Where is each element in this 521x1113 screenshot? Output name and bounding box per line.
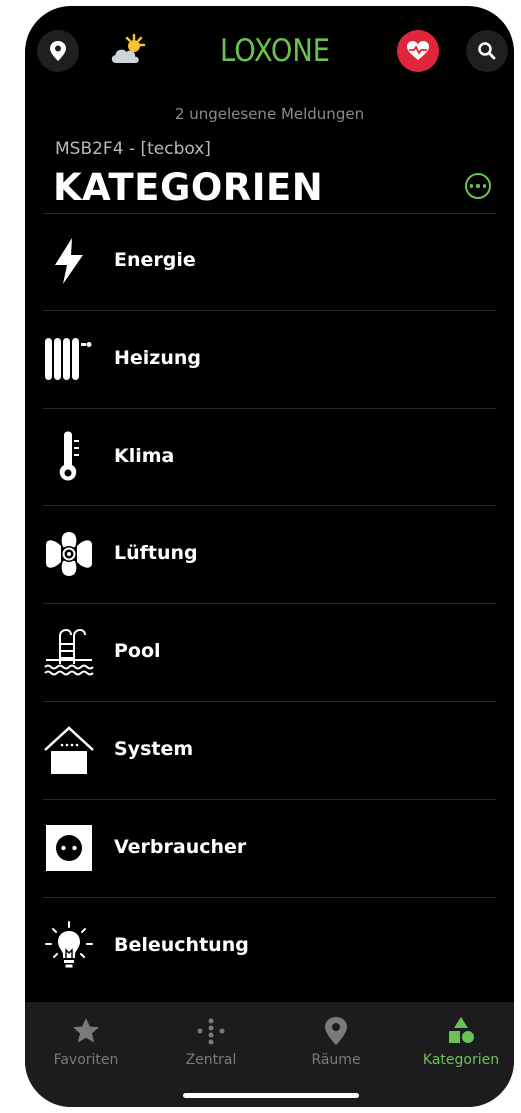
tab-label: Kategorien xyxy=(422,1052,500,1068)
category-item-system[interactable]: System xyxy=(25,702,514,800)
more-dot xyxy=(482,184,487,188)
category-label: Beleuchtung xyxy=(114,933,249,956)
category-item-pool[interactable]: Pool xyxy=(25,604,514,702)
heart-pulse-icon xyxy=(407,41,429,60)
app-screen: LOXONE 2 ungelesene Meldungen MSB2F4 - [… xyxy=(25,6,514,1107)
weather-button[interactable] xyxy=(107,30,151,72)
lightbulb-icon xyxy=(43,920,95,972)
tab-raeume[interactable]: Räume xyxy=(281,1012,391,1068)
category-label: Verbraucher xyxy=(114,835,247,858)
star-icon xyxy=(73,1018,99,1043)
category-item-beleuchtung[interactable]: Beleuchtung xyxy=(25,898,514,996)
category-label: Heizung xyxy=(114,346,202,369)
search-icon xyxy=(478,42,496,60)
shapes-icon xyxy=(449,1017,474,1043)
loxone-logo: LOXONE xyxy=(219,33,330,69)
tab-kategorien[interactable]: Kategorien xyxy=(406,1012,514,1068)
location-pin-icon xyxy=(325,1017,347,1045)
home-indicator[interactable] xyxy=(183,1093,359,1098)
category-label: System xyxy=(114,737,194,760)
tab-favoriten[interactable]: Favoriten xyxy=(31,1012,141,1068)
category-label: Lüftung xyxy=(114,542,198,565)
miniserver-name: MSB2F4 - [tecbox] xyxy=(55,139,211,159)
thermometer-icon xyxy=(43,431,95,483)
more-dot xyxy=(469,184,474,188)
partly-cloudy-icon xyxy=(111,33,146,63)
fan-icon xyxy=(43,528,95,580)
category-list: Energie Heizung Klima Lüftung Pool Syste… xyxy=(25,213,514,995)
health-button[interactable] xyxy=(397,30,439,72)
top-bar: LOXONE xyxy=(25,6,514,98)
tab-label: Favoriten xyxy=(53,1052,119,1068)
page-title: KATEGORIEN xyxy=(53,166,324,209)
radiator-icon xyxy=(43,333,95,385)
search-button[interactable] xyxy=(466,30,508,72)
tab-label: Räume xyxy=(311,1052,361,1068)
location-pin-icon xyxy=(50,41,66,61)
category-item-heizung[interactable]: Heizung xyxy=(25,311,514,409)
location-button[interactable] xyxy=(37,30,79,72)
category-label: Energie xyxy=(114,249,196,271)
category-item-energie[interactable]: Energie xyxy=(25,213,514,311)
more-options-button[interactable] xyxy=(465,173,491,199)
lightning-icon xyxy=(43,235,95,287)
bottom-tab-bar: Favoriten Zentral Räume Kategorien xyxy=(25,1002,514,1107)
tab-label: Zentral xyxy=(185,1052,237,1068)
category-item-klima[interactable]: Klima xyxy=(25,409,514,507)
unread-messages-link[interactable]: 2 ungelesene Meldungen xyxy=(25,105,514,123)
category-label: Pool xyxy=(114,640,161,663)
category-label: Klima xyxy=(114,444,175,467)
more-dot xyxy=(476,184,480,188)
dots-cross-icon xyxy=(197,1018,225,1045)
category-item-verbraucher[interactable]: Verbraucher xyxy=(25,800,514,898)
power-socket-icon xyxy=(43,822,95,874)
category-item-lueftung[interactable]: Lüftung xyxy=(25,506,514,605)
house-icon xyxy=(43,724,95,776)
pool-ladder-icon xyxy=(43,626,95,678)
tab-zentral[interactable]: Zentral xyxy=(156,1012,266,1068)
